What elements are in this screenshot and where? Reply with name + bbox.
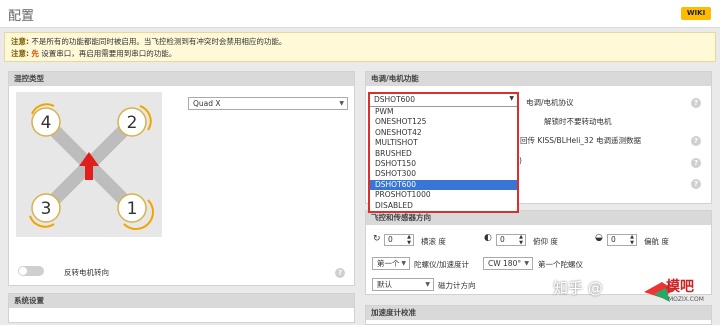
- esc-header: 电调/电机功能: [366, 72, 711, 86]
- pitch-icon: ◐: [484, 233, 492, 243]
- pitch-input[interactable]: 0 ▲ ▼: [496, 234, 526, 246]
- mixer-select-value: Quad X: [193, 99, 221, 108]
- yaw-label: 偏航 度: [644, 237, 669, 246]
- quad-x-icon: 4 2 3 1: [29, 103, 154, 230]
- esc-protocol-option[interactable]: PWM: [370, 107, 517, 117]
- help-icon[interactable]: ?: [335, 268, 345, 278]
- esc-protocol-dropdown[interactable]: DSHOT600 ▼ PWM ONESHOT125 ONESHOT42 MULTISHO…: [368, 92, 519, 213]
- mixer-panel: 混控类型 4 2 3 1 Quad X ▼ 反转电机转向 ?: [8, 71, 355, 286]
- motor-label: 1: [127, 199, 138, 219]
- notice-prefix: 注意:: [11, 49, 29, 58]
- motor-label: 4: [41, 113, 52, 133]
- notice-line-2: 设置串口，再启用需要用到串口的功能。: [41, 49, 177, 58]
- esc-protocol-option[interactable]: DSHOT150: [370, 159, 517, 169]
- yaw-input[interactable]: 0 ▲ ▼: [607, 234, 637, 246]
- esc-paren: ): [519, 156, 522, 165]
- mixer-header: 混控类型: [9, 72, 354, 86]
- motor-label: 3: [41, 199, 52, 219]
- quad-diagram: 4 2 3 1: [16, 92, 162, 237]
- roll-label: 横滚 度: [421, 237, 446, 246]
- esc-protocol-option[interactable]: PROSHOT1000: [370, 190, 517, 200]
- esc-protocol-option[interactable]: DISABLED: [370, 201, 517, 211]
- watermark-text: 知乎 @: [553, 279, 603, 297]
- system-header: 系统设置: [9, 294, 354, 308]
- esc-protocol-select[interactable]: DSHOT600 ▼: [370, 94, 517, 107]
- yaw-icon: ◒: [595, 233, 603, 243]
- esc-protocol-option[interactable]: ONESHOT125: [370, 117, 517, 127]
- gyro-label: 陀螺仪/加速度计: [414, 260, 470, 269]
- telemetry-label: 回传 KISS/BLHeli_32 电调遥测数据: [520, 136, 641, 145]
- mag-label: 磁力计方向: [438, 281, 476, 290]
- watermark-logo-icon: 模吧 MOZIX.COM: [640, 270, 710, 310]
- motor-label: 2: [127, 113, 138, 133]
- help-icon[interactable]: ?: [691, 179, 701, 189]
- align-label: 第一个陀螺仪: [538, 260, 583, 269]
- pitch-label: 俯仰 度: [533, 237, 558, 246]
- board-header: 飞控和传感器方向: [366, 211, 711, 225]
- esc-protocol-option[interactable]: MULTISHOT: [370, 138, 517, 148]
- chevron-down-icon: ▼: [339, 100, 344, 107]
- reverse-motor-toggle[interactable]: [18, 266, 44, 276]
- roll-input[interactable]: 0 ▲ ▼: [384, 234, 414, 246]
- notice-box: 注意: 不是所有的功能都能同时被启用。当飞控检测到有冲突时会禁用相应的功能。 注…: [4, 32, 716, 62]
- chevron-down-icon: ▼: [509, 95, 514, 102]
- help-icon[interactable]: ?: [691, 98, 701, 108]
- align-select[interactable]: CW 180° ▼: [483, 257, 533, 270]
- gyro-select[interactable]: 第一个 ▼: [372, 257, 410, 270]
- roll-icon: ↻: [373, 234, 381, 244]
- watermark-logo: 模吧: [666, 279, 694, 295]
- esc-protocol-option[interactable]: DSHOT300: [370, 169, 517, 179]
- protocol-label: 电调/电机协议: [526, 98, 574, 107]
- esc-protocol-option[interactable]: DSHOT600: [370, 179, 517, 191]
- notice-prefix: 注意:: [11, 37, 29, 46]
- help-icon[interactable]: ?: [691, 158, 701, 168]
- page-header: 配置 WIKI: [0, 0, 720, 28]
- mag-select[interactable]: 默认 ▼: [372, 278, 434, 291]
- idle-label: 解锁时不要转动电机: [544, 117, 612, 126]
- wiki-button[interactable]: WIKI: [681, 7, 711, 20]
- esc-protocol-option[interactable]: BRUSHED: [370, 149, 517, 159]
- esc-protocol-option[interactable]: ONESHOT42: [370, 128, 517, 138]
- notice-line-1: 不是所有的功能都能同时被启用。当飞控检测到有冲突时会禁用相应的功能。: [31, 37, 287, 46]
- watermark-site: MOZIX.COM: [668, 296, 704, 303]
- help-icon[interactable]: ?: [691, 136, 701, 146]
- mixer-select[interactable]: Quad X ▼: [188, 97, 348, 110]
- page-title: 配置: [8, 9, 35, 24]
- reverse-motor-label: 反转电机转向: [64, 268, 109, 277]
- notice-accent: 先: [31, 49, 39, 58]
